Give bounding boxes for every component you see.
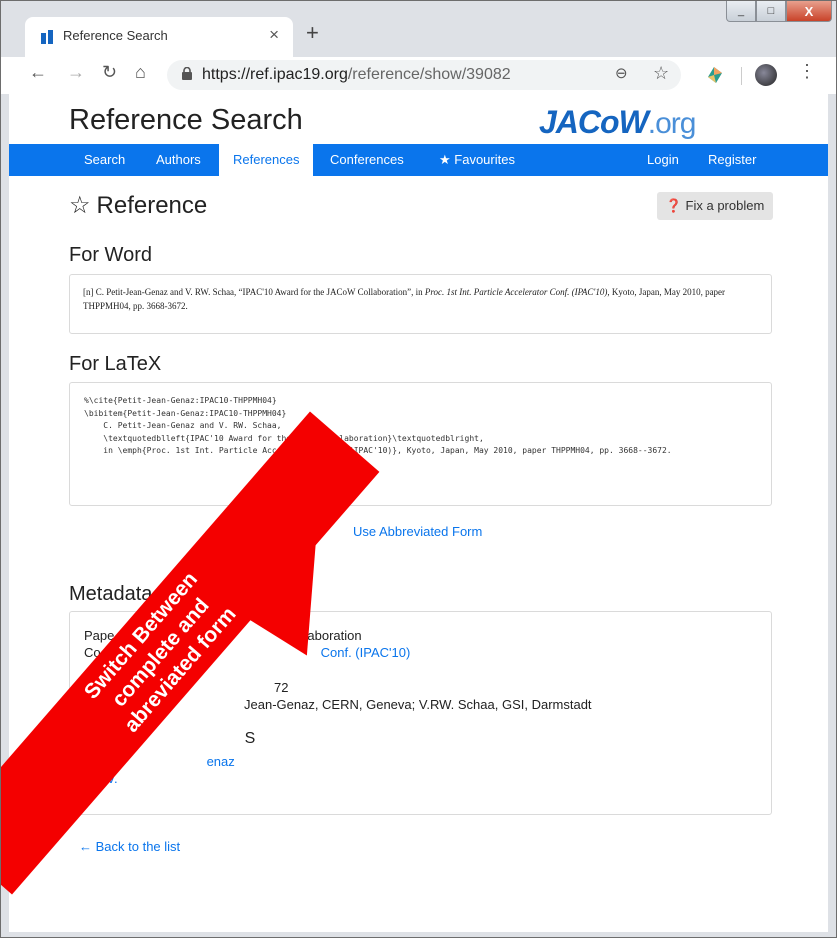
word-citation-part1: [n] C. Petit-Jean-Genaz and V. RW. Schaa… [83, 287, 425, 297]
page-heading: ☆ Reference [69, 191, 207, 220]
browser-toolbar: ← → ↻ ⌂ https://ref.ipac19.org/reference… [1, 57, 836, 94]
menu-kebab-icon[interactable]: ⋮ [798, 61, 816, 82]
url-host: https://ref.ipac19.org [202, 66, 348, 83]
main-nav: Search Authors References Conferences ★ … [9, 144, 828, 176]
home-icon[interactable]: ⌂ [135, 62, 146, 83]
reload-icon[interactable]: ↻ [102, 62, 117, 83]
nav-login[interactable]: Login [647, 152, 679, 167]
metadata-authors-affil: Jean-Genaz, CERN, Geneva; V.RW. Schaa, G… [244, 697, 592, 712]
question-circle-icon: ❓ [665, 198, 682, 213]
favourites-star-icon: ★ [439, 152, 455, 167]
nav-references[interactable]: References [219, 144, 314, 176]
for-word-heading: For Word [69, 244, 152, 266]
profile-avatar[interactable] [755, 64, 777, 86]
tab-close-icon[interactable]: × [269, 25, 279, 45]
use-abbreviated-form-link[interactable]: Use Abbreviated Form [353, 524, 482, 539]
nav-search[interactable]: Search [84, 152, 125, 167]
metadata-pages-line: 72 [274, 680, 289, 695]
page-heading-label: Reference [96, 192, 208, 219]
tab-title: Reference Search [63, 28, 168, 43]
logo-main: JACoW [539, 104, 649, 140]
author-link-1[interactable]: enaz [207, 754, 235, 769]
browser-window: Reference Search × + _ □ X ← → ↻ ⌂ https… [0, 0, 837, 938]
close-window-button[interactable]: X [786, 1, 832, 22]
bookmark-star-icon[interactable]: ☆ [653, 63, 669, 84]
logo-suffix: .org [647, 107, 697, 140]
url-text: https://ref.ipac19.org/reference/show/39… [202, 66, 511, 84]
lock-icon [182, 67, 192, 80]
jacow-favicon-icon [41, 30, 53, 44]
latex-citation-text: %\cite{Petit-Jean-Genaz:IPAC10-THPPMH04}… [84, 396, 672, 455]
nav-favourites[interactable]: ★ Favourites [439, 152, 515, 168]
page-content: Reference Search JACoW.org Search Author… [9, 94, 828, 932]
browser-tab[interactable]: Reference Search × [25, 17, 293, 57]
nav-register[interactable]: Register [708, 152, 756, 167]
favourite-star-icon[interactable]: ☆ [69, 192, 91, 219]
jacow-logo[interactable]: JACoW.org [539, 104, 697, 141]
nav-authors[interactable]: Authors [156, 152, 201, 167]
word-citation-text: [n] C. Petit-Jean-Genaz and V. RW. Schaa… [70, 275, 771, 323]
nav-conferences[interactable]: Conferences [330, 152, 404, 167]
back-arrow-icon[interactable]: ← [29, 62, 47, 83]
forward-arrow-icon[interactable]: → [67, 62, 85, 83]
fix-problem-button[interactable]: ❓ Fix a problem [657, 192, 773, 220]
tab-strip: Reference Search × + _ □ X [1, 1, 836, 57]
zoom-icon[interactable]: ⊖ [615, 64, 628, 82]
toolbar-separator [741, 67, 742, 85]
address-bar[interactable]: https://ref.ipac19.org/reference/show/39… [167, 60, 681, 90]
minimize-button[interactable]: _ [726, 1, 756, 22]
back-to-list-link[interactable]: ← Back to the list [79, 839, 180, 854]
authors-heading-b: S [244, 730, 256, 747]
new-tab-button[interactable]: + [306, 20, 319, 46]
fix-problem-label: Fix a problem [685, 198, 765, 213]
maximize-button[interactable]: □ [756, 1, 786, 22]
window-controls: _ □ X [726, 1, 832, 23]
latex-citation-textarea[interactable]: %\cite{Petit-Jean-Genaz:IPAC10-THPPMH04}… [69, 382, 772, 506]
nav-favourites-label: Favourites [454, 152, 515, 167]
metadata-heading: Metadata [69, 583, 153, 605]
site-title: Reference Search [69, 104, 303, 136]
url-path: /reference/show/39082 [347, 66, 511, 83]
word-citation-emph: Proc. 1st Int. Particle Accelerator Conf… [424, 287, 608, 297]
metadata-conference-link[interactable]: Conf. (IPAC'10) [321, 645, 411, 660]
word-citation-box[interactable]: [n] C. Petit-Jean-Genaz and V. RW. Schaa… [69, 274, 772, 334]
for-latex-heading: For LaTeX [69, 353, 162, 375]
extension-icon[interactable] [704, 65, 724, 85]
